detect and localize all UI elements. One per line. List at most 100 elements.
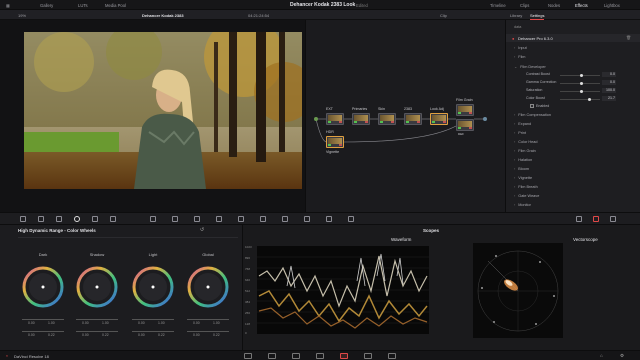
nodes-tab[interactable]: Nodes <box>548 3 560 8</box>
trash-icon[interactable]: 🗑 <box>626 35 631 40</box>
wheel-value[interactable]: 0.22 <box>102 333 109 337</box>
lightbox-tab[interactable]: Lightbox <box>604 3 620 8</box>
input-port[interactable] <box>314 117 318 121</box>
settings-group[interactable]: › Print <box>514 131 526 135</box>
slider-track[interactable] <box>560 99 600 100</box>
param-value[interactable]: 0.0 <box>602 72 616 77</box>
hdr-wheels-icon[interactable] <box>74 216 80 222</box>
home-icon[interactable]: ⌂ <box>600 353 603 358</box>
vectorscope[interactable] <box>473 243 563 338</box>
wheel-value[interactable]: 1.00 <box>213 321 220 325</box>
enabled-checkbox[interactable] <box>530 104 534 108</box>
settings-group[interactable]: › Halation <box>514 158 532 162</box>
settings-group[interactable]: › Color Head <box>514 140 537 144</box>
camera-raw-icon[interactable] <box>20 216 26 222</box>
3d-icon[interactable] <box>348 216 354 222</box>
effects-tab[interactable]: Effects <box>575 3 588 8</box>
node-primaries[interactable] <box>352 113 370 125</box>
node-film-grain[interactable] <box>456 104 474 116</box>
gear-icon[interactable]: ⚙ <box>620 353 624 359</box>
settings-group[interactable]: › Film Breath <box>514 185 538 189</box>
clip-mode-select[interactable]: Clip <box>440 13 447 18</box>
options-icon[interactable] <box>610 216 616 222</box>
motion-effects-icon[interactable] <box>110 216 116 222</box>
wheel-value[interactable]: 0.00 <box>82 333 89 337</box>
color-match-icon[interactable] <box>38 216 44 222</box>
deliver-page-icon[interactable] <box>388 353 396 359</box>
node-look-adj[interactable] <box>430 113 448 125</box>
tracker-icon[interactable] <box>238 216 244 222</box>
settings-group[interactable]: › Bloom <box>514 167 529 171</box>
luts-tab[interactable]: LUTs <box>78 3 88 8</box>
node-def[interactable] <box>456 119 474 131</box>
settings-group[interactable]: › Vignette <box>514 176 532 180</box>
wheel-value[interactable]: 0.22 <box>213 333 220 337</box>
slider-knob[interactable] <box>580 89 583 93</box>
wheel-value[interactable]: 1.00 <box>158 321 165 325</box>
key-icon[interactable] <box>304 216 310 222</box>
wheel-value[interactable]: 0.00 <box>193 321 200 325</box>
gallery-tab[interactable]: Gallery <box>40 3 53 8</box>
param-value[interactable]: 0.0 <box>602 80 616 85</box>
fairlight-page-icon[interactable] <box>364 353 372 359</box>
library-tab[interactable]: Library <box>510 13 522 18</box>
wheel-value[interactable]: 0.00 <box>138 321 145 325</box>
wheel-value[interactable]: 0.00 <box>28 333 35 337</box>
rgb-mixer-icon[interactable] <box>92 216 98 222</box>
param-value[interactable]: 21.7 <box>602 96 616 101</box>
clips-tab[interactable]: Clips <box>520 3 529 8</box>
slider-knob[interactable] <box>588 97 591 101</box>
slider-knob[interactable] <box>580 73 583 77</box>
wheel-value[interactable]: 0.22 <box>48 333 55 337</box>
wheel-value[interactable]: 0.00 <box>82 321 89 325</box>
waveform-label[interactable]: Waveform <box>391 237 411 242</box>
window-icon[interactable] <box>216 216 222 222</box>
node-ext[interactable] <box>326 113 344 125</box>
cut-page-icon[interactable] <box>268 353 276 359</box>
settings-group[interactable]: › Gate Weave <box>514 194 539 198</box>
warper-icon[interactable] <box>172 216 178 222</box>
qualifier-icon[interactable] <box>194 216 200 222</box>
sizing-icon[interactable] <box>326 216 332 222</box>
param-saturation[interactable]: Saturation 100.0 <box>518 88 630 94</box>
wheel-value[interactable]: 1.00 <box>102 321 109 325</box>
node-hdr[interactable] <box>326 136 344 148</box>
vectorscope-label[interactable]: Vectorscope <box>573 237 598 242</box>
scopes-icon[interactable] <box>576 216 582 222</box>
settings-group[interactable]: › Film Grain <box>514 149 536 153</box>
media-page-icon[interactable] <box>244 353 252 359</box>
settings-group[interactable]: › Monitor <box>514 203 531 207</box>
param-gamma-correction[interactable]: Gamma Correction 0.0 <box>518 80 630 86</box>
wheel-value[interactable]: 1.00 <box>48 321 55 325</box>
param-contrast-boost[interactable]: Contrast Boost 0.0 <box>518 72 630 78</box>
curves-icon[interactable] <box>150 216 156 222</box>
color-page-icon[interactable] <box>340 353 348 359</box>
blur-icon[interactable] <box>282 216 288 222</box>
wheel-value[interactable]: 0.22 <box>158 333 165 337</box>
settings-group[interactable]: › Expand <box>514 122 531 126</box>
settings-group-input[interactable]: › Input <box>514 46 527 50</box>
color-wheels-icon[interactable] <box>56 216 62 222</box>
slider-knob[interactable] <box>580 81 583 85</box>
settings-tab[interactable]: Settings <box>530 13 545 20</box>
video-frame[interactable] <box>24 32 302 189</box>
media-pool-tab[interactable]: Media Pool <box>105 3 126 8</box>
waveform-scope[interactable] <box>257 246 429 334</box>
node-graph[interactable]: EXT Primaries Skin 2383 Look Adj Film Gr… <box>305 20 505 212</box>
settings-group[interactable]: › Film Compensation <box>514 113 551 117</box>
wheel-value[interactable]: 0.00 <box>138 333 145 337</box>
settings-group-film[interactable]: › Film <box>514 55 525 59</box>
node-skin[interactable] <box>378 113 396 125</box>
param-value[interactable]: 100.0 <box>602 88 616 93</box>
node-2383[interactable] <box>404 113 422 125</box>
settings-group-film-developer[interactable]: ⌄ Film Developer <box>514 64 546 69</box>
plugin-toggle-icon[interactable]: ● <box>512 36 514 41</box>
info-icon[interactable] <box>593 216 599 222</box>
timeline-tab[interactable]: Timeline <box>490 3 506 8</box>
param-color-boost[interactable]: Color Boost 21.7 <box>518 96 630 102</box>
magic-mask-icon[interactable] <box>260 216 266 222</box>
output-port[interactable] <box>483 117 487 121</box>
wheel-value[interactable]: 0.00 <box>193 333 200 337</box>
wheel-value[interactable]: 0.00 <box>28 321 35 325</box>
zoom-select[interactable]: 19% <box>18 13 26 18</box>
